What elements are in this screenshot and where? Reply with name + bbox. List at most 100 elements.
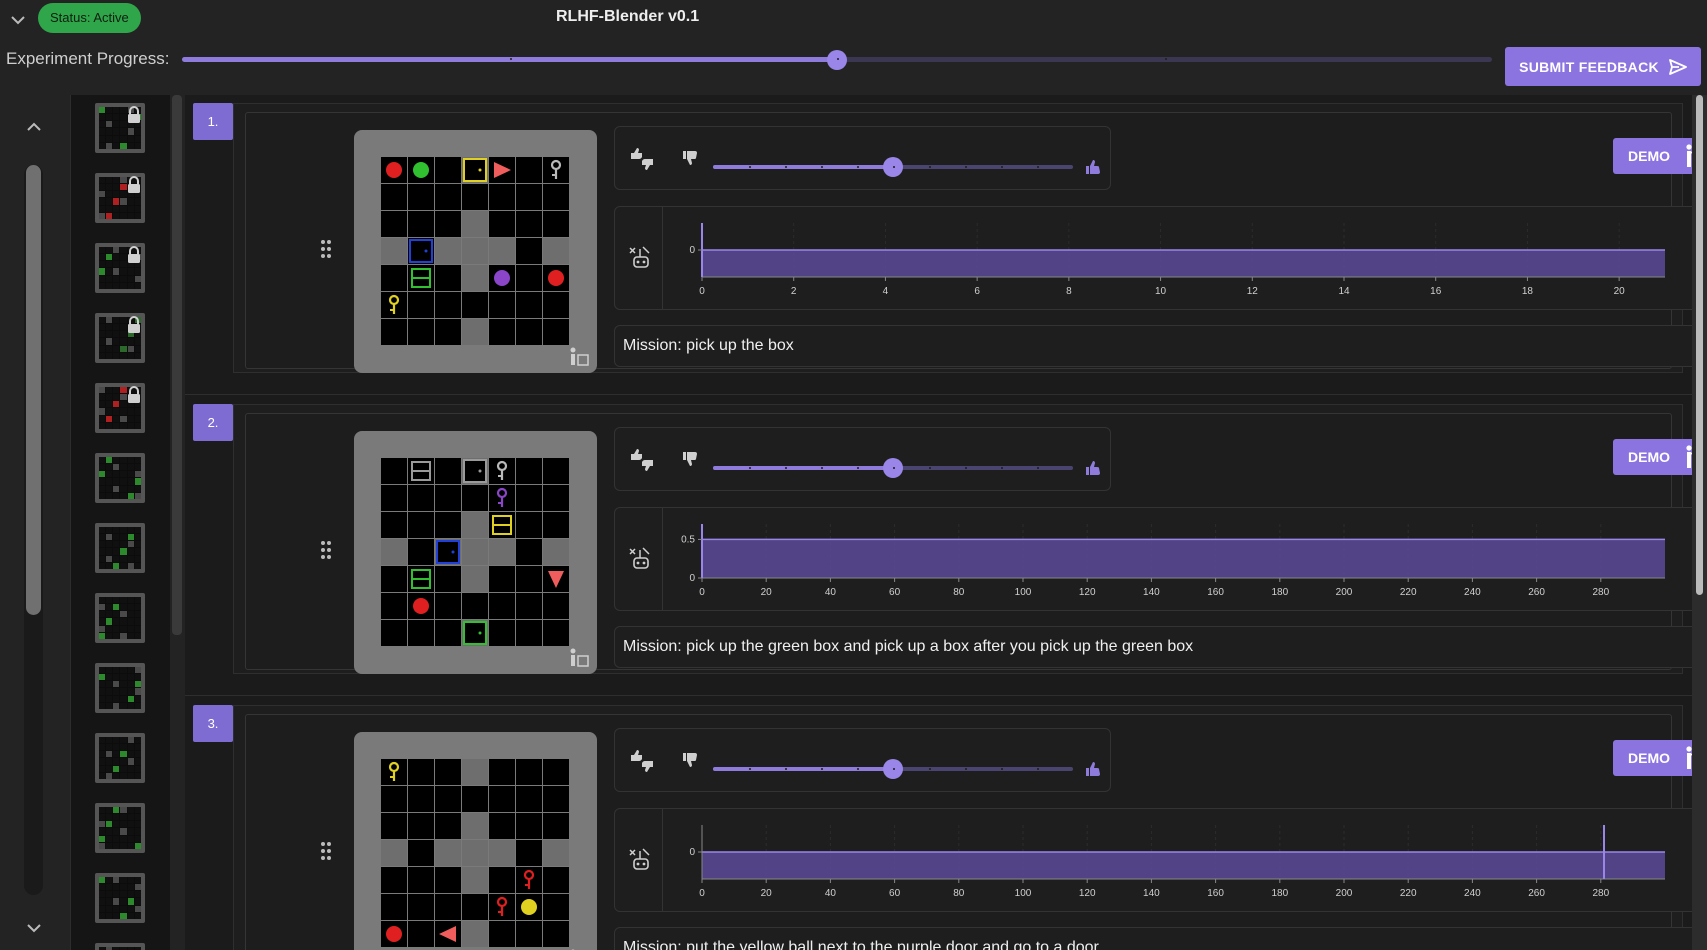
grid-cell	[489, 458, 515, 484]
grid-cell	[408, 292, 434, 318]
episode-thumbnail[interactable]	[95, 733, 145, 783]
rail-scroll-thumb[interactable]	[26, 165, 41, 615]
demo-label: DEMO	[1628, 148, 1670, 164]
grid-cell	[435, 265, 461, 291]
x-tick-label: 2	[791, 286, 797, 297]
grid-cell	[516, 211, 542, 237]
submit-feedback-button[interactable]: SUBMIT FEEDBACK	[1505, 47, 1701, 86]
experiment-progress-slider[interactable]	[182, 50, 1492, 70]
reward-area	[702, 539, 1665, 578]
episode-thumbnail[interactable]	[95, 453, 145, 503]
rating-step	[749, 768, 751, 770]
episode-card: DEMO	[245, 714, 1692, 950]
episode-thumbnail[interactable]	[95, 173, 145, 223]
reward-chart-panel: 0 20 40 60 80 100 120 140 160 180 200 220 240 260 280 0	[614, 808, 1692, 912]
demo-button[interactable]: DEMO	[1613, 439, 1692, 475]
episode-thumbnail[interactable]	[95, 523, 145, 573]
x-tick-label: 220	[1400, 587, 1417, 598]
grid-cell	[543, 813, 569, 839]
thumbs-up-down-icon[interactable]	[629, 147, 655, 171]
x-tick-label: 180	[1271, 888, 1288, 899]
episode-thumbnail-list	[70, 95, 170, 950]
ball-icon	[413, 162, 429, 178]
reward-chart: 0 2 4 6 8 10 12 14 16 18 20 0	[689, 223, 1665, 297]
episode-thumbnail[interactable]	[95, 593, 145, 643]
y-tick-label: 0.5	[681, 534, 695, 545]
rating-step	[749, 467, 751, 469]
progress-thumb[interactable]	[827, 50, 847, 70]
episode-thumbnail[interactable]	[95, 943, 145, 950]
grid-cell	[462, 512, 488, 538]
rating-step	[893, 166, 895, 168]
grid-cell	[408, 265, 434, 291]
rating-slider[interactable]	[713, 759, 1073, 779]
x-tick-label: 0	[699, 888, 705, 899]
key-icon	[550, 159, 562, 179]
drag-handle-icon[interactable]	[319, 840, 333, 862]
rating-step	[965, 768, 967, 770]
grid-cell	[408, 539, 434, 565]
rating-step	[785, 467, 787, 469]
demo-button[interactable]: DEMO	[1613, 740, 1692, 776]
rating-slider[interactable]	[713, 458, 1073, 478]
main-scrollbar[interactable]	[1692, 95, 1707, 950]
grid-cell	[489, 184, 515, 210]
grid-cell	[489, 593, 515, 619]
x-tick-label: 80	[953, 888, 965, 899]
environment-view[interactable]	[354, 130, 597, 373]
status-badge: Status: Active	[38, 3, 141, 33]
rating-step	[821, 166, 823, 168]
chart-icon-cell	[615, 508, 663, 610]
environment-view[interactable]	[354, 431, 597, 674]
thumbs-up-down-icon[interactable]	[629, 749, 655, 773]
thumbs-up-down-icon[interactable]	[629, 448, 655, 472]
rating-slider[interactable]	[713, 157, 1073, 177]
demo-button[interactable]: DEMO	[1613, 138, 1692, 174]
rail-scrollbar[interactable]	[24, 165, 43, 895]
episode-thumbnail[interactable]	[95, 383, 145, 433]
episode-thumbnail[interactable]	[95, 803, 145, 853]
grid-cell	[489, 894, 515, 920]
grid-cell	[516, 157, 542, 183]
grid-cell	[543, 211, 569, 237]
x-tick-label: 20	[761, 888, 773, 899]
episode-thumbnail[interactable]	[95, 313, 145, 363]
grid-cell	[381, 921, 407, 947]
grid-cell	[435, 593, 461, 619]
thumbnail-scrollbar[interactable]	[172, 95, 182, 635]
grid-cell	[435, 485, 461, 511]
episode-thumbnail[interactable]	[95, 663, 145, 713]
grid-cell	[408, 840, 434, 866]
grid-cell	[462, 184, 488, 210]
grid-cell	[489, 759, 515, 785]
drag-handle-icon[interactable]	[319, 238, 333, 260]
grid-cell	[381, 265, 407, 291]
rating-control	[614, 728, 1111, 792]
main-scroll-thumb[interactable]	[1696, 95, 1703, 595]
reward-area	[702, 250, 1665, 277]
thumbs-down-icon[interactable]	[681, 751, 699, 769]
grid-cell	[543, 759, 569, 785]
lock-icon	[128, 106, 140, 123]
chart-icon-cell	[615, 207, 663, 309]
environment-view[interactable]	[354, 732, 597, 950]
episode-thumbnail[interactable]	[95, 873, 145, 923]
thumbs-up-icon[interactable]	[1084, 459, 1102, 477]
grid-cell	[381, 894, 407, 920]
grid-cell	[381, 292, 407, 318]
grid-cell	[381, 759, 407, 785]
grid-cell	[408, 620, 434, 646]
thumbs-down-icon[interactable]	[681, 149, 699, 167]
grid-cell	[489, 265, 515, 291]
chevron-down-icon[interactable]	[24, 922, 44, 936]
chevron-down-icon[interactable]	[8, 10, 28, 30]
thumbs-up-icon[interactable]	[1084, 158, 1102, 176]
thumbs-up-icon[interactable]	[1084, 760, 1102, 778]
grid-cell	[408, 566, 434, 592]
episode-thumbnail[interactable]	[95, 103, 145, 153]
chevron-up-icon[interactable]	[24, 119, 44, 133]
episode-thumbnail[interactable]	[95, 243, 145, 293]
thumbs-down-icon[interactable]	[681, 450, 699, 468]
reward-area	[702, 852, 1665, 879]
drag-handle-icon[interactable]	[319, 539, 333, 561]
